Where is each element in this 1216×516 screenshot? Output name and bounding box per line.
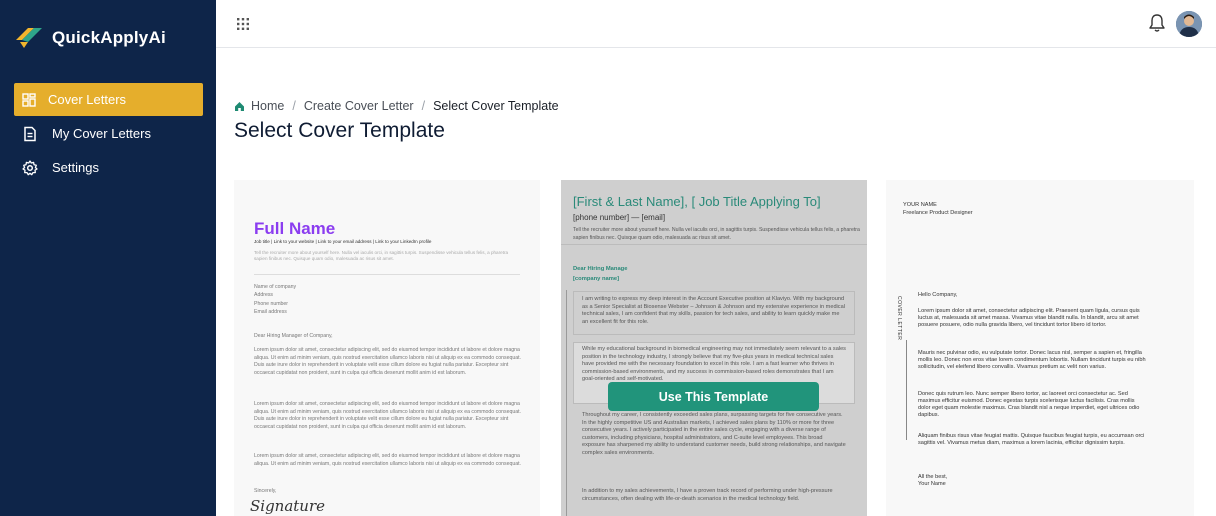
template-body-paragraph: Lorem ipsum dolor sit amet, consectetur … — [918, 308, 1140, 328]
template-sign-off: Sincerely, — [254, 488, 277, 494]
sidebar-item-my-cover-letters[interactable]: My Cover Letters — [14, 117, 203, 150]
bell-icon[interactable] — [1148, 13, 1166, 33]
brand-logo[interactable]: QuickApplyAi — [14, 26, 166, 50]
template-card-1[interactable]: Full Name Job title | Link to your websi… — [234, 180, 540, 516]
document-icon — [24, 126, 36, 141]
use-this-template-button[interactable]: Use This Template — [608, 382, 819, 411]
template-body-paragraph: Lorem ipsum dolor sit amet, consectetur … — [254, 453, 522, 467]
brand-name: QuickApplyAi — [52, 28, 166, 47]
logo-icon — [16, 28, 42, 48]
template-body-paragraph: Throughout my career, I consistently exc… — [582, 412, 846, 456]
template-closing: All the best, Your Name — [918, 474, 1146, 488]
template-address: Name of company Address Phone number Ema… — [254, 283, 296, 317]
template-intro: Tell the recruiter more about yourself h… — [573, 227, 860, 241]
address-email: Email address — [254, 309, 287, 316]
divider — [566, 290, 567, 516]
template-header: [First & Last Name], [ Job Title Applyin… — [573, 194, 821, 209]
template-full-name: Full Name — [254, 219, 336, 238]
template-salutation: Dear Hiring Manage — [573, 266, 628, 272]
template-salutation: Dear Hiring Manager of Company, — [254, 333, 333, 339]
gear-icon — [22, 159, 38, 175]
template-body-paragraph: In addition to my sales achievements, I … — [582, 488, 833, 502]
breadcrumb: Home / Create Cover Letter / Select Cove… — [234, 99, 559, 113]
breadcrumb-create-cover-letter[interactable]: Create Cover Letter — [304, 99, 414, 113]
breadcrumb-separator: / — [292, 99, 296, 113]
template-contact: [phone number] — [email] — [573, 213, 666, 222]
address-phone: Phone number — [254, 300, 289, 307]
template-body-paragraph: I am writing to express my deep interest… — [582, 296, 845, 325]
sidebar-item-cover-letters[interactable]: Cover Letters — [14, 83, 203, 116]
avatar-icon — [1176, 11, 1202, 37]
top-bar — [216, 0, 1216, 48]
dashboard-icon — [22, 92, 36, 107]
template-signature: Signature — [250, 497, 326, 515]
divider — [254, 274, 520, 275]
app-root: QuickApplyAi Cover Letters My Cover Lett… — [0, 0, 1216, 516]
template-your-name: YOUR NAME — [903, 202, 937, 208]
template-company: [company name] — [573, 276, 620, 282]
sidebar-item-label: My Cover Letters — [52, 126, 151, 141]
template-body-paragraph: Mauris nec pulvinar odio, eu vulputate t… — [918, 350, 1146, 370]
template-links: Job title | Link to your website | Link … — [254, 239, 432, 244]
template-salutation: Hello Company, — [918, 292, 958, 298]
template-role: Freelance Product Designer — [903, 209, 973, 216]
template-vertical-label: COVER LETTER — [896, 296, 902, 341]
divider — [906, 340, 907, 440]
template-body-paragraph: Lorem ipsum dolor sit amet, consectetur … — [254, 401, 522, 430]
sidebar-nav: Cover Letters My Cover Letters Settings — [14, 83, 203, 185]
breadcrumb-home[interactable]: Home — [251, 99, 284, 113]
address-company: Name of company — [254, 284, 297, 290]
template-body-paragraph: Lorem ipsum dolor sit amet, consectetur … — [254, 347, 522, 376]
template-body-paragraph: Donec quis rutrum leo. Nunc semper liber… — [918, 391, 1140, 418]
breadcrumb-current: Select Cover Template — [433, 99, 559, 113]
template-sign-off: All the best, — [918, 474, 948, 480]
grid-icon[interactable] — [236, 17, 250, 31]
user-avatar[interactable] — [1176, 11, 1202, 37]
template-body-paragraph: Aliquam finibus risus vitae feugiat matt… — [918, 433, 1145, 446]
template-card-2[interactable]: [First & Last Name], [ Job Title Applyin… — [561, 180, 867, 516]
sidebar-item-settings[interactable]: Settings — [14, 151, 203, 184]
page-title: Select Cover Template — [234, 119, 445, 142]
template-card-3[interactable]: YOUR NAME Freelance Product Designer COV… — [886, 180, 1194, 516]
divider — [561, 244, 867, 245]
template-name-block: YOUR NAME Freelance Product Designer — [903, 202, 973, 217]
template-intro: Tell the recruiter more about yourself h… — [254, 250, 509, 262]
template-body-paragraph: While my educational background in biome… — [582, 346, 846, 382]
template-closing-name: Your Name — [918, 481, 946, 487]
breadcrumb-separator: / — [421, 99, 426, 113]
home-icon[interactable] — [234, 101, 245, 112]
sidebar-item-label: Cover Letters — [48, 92, 127, 107]
sidebar-item-label: Settings — [52, 160, 99, 175]
sidebar: QuickApplyAi Cover Letters My Cover Lett… — [0, 0, 216, 516]
address-line: Address — [254, 292, 274, 299]
